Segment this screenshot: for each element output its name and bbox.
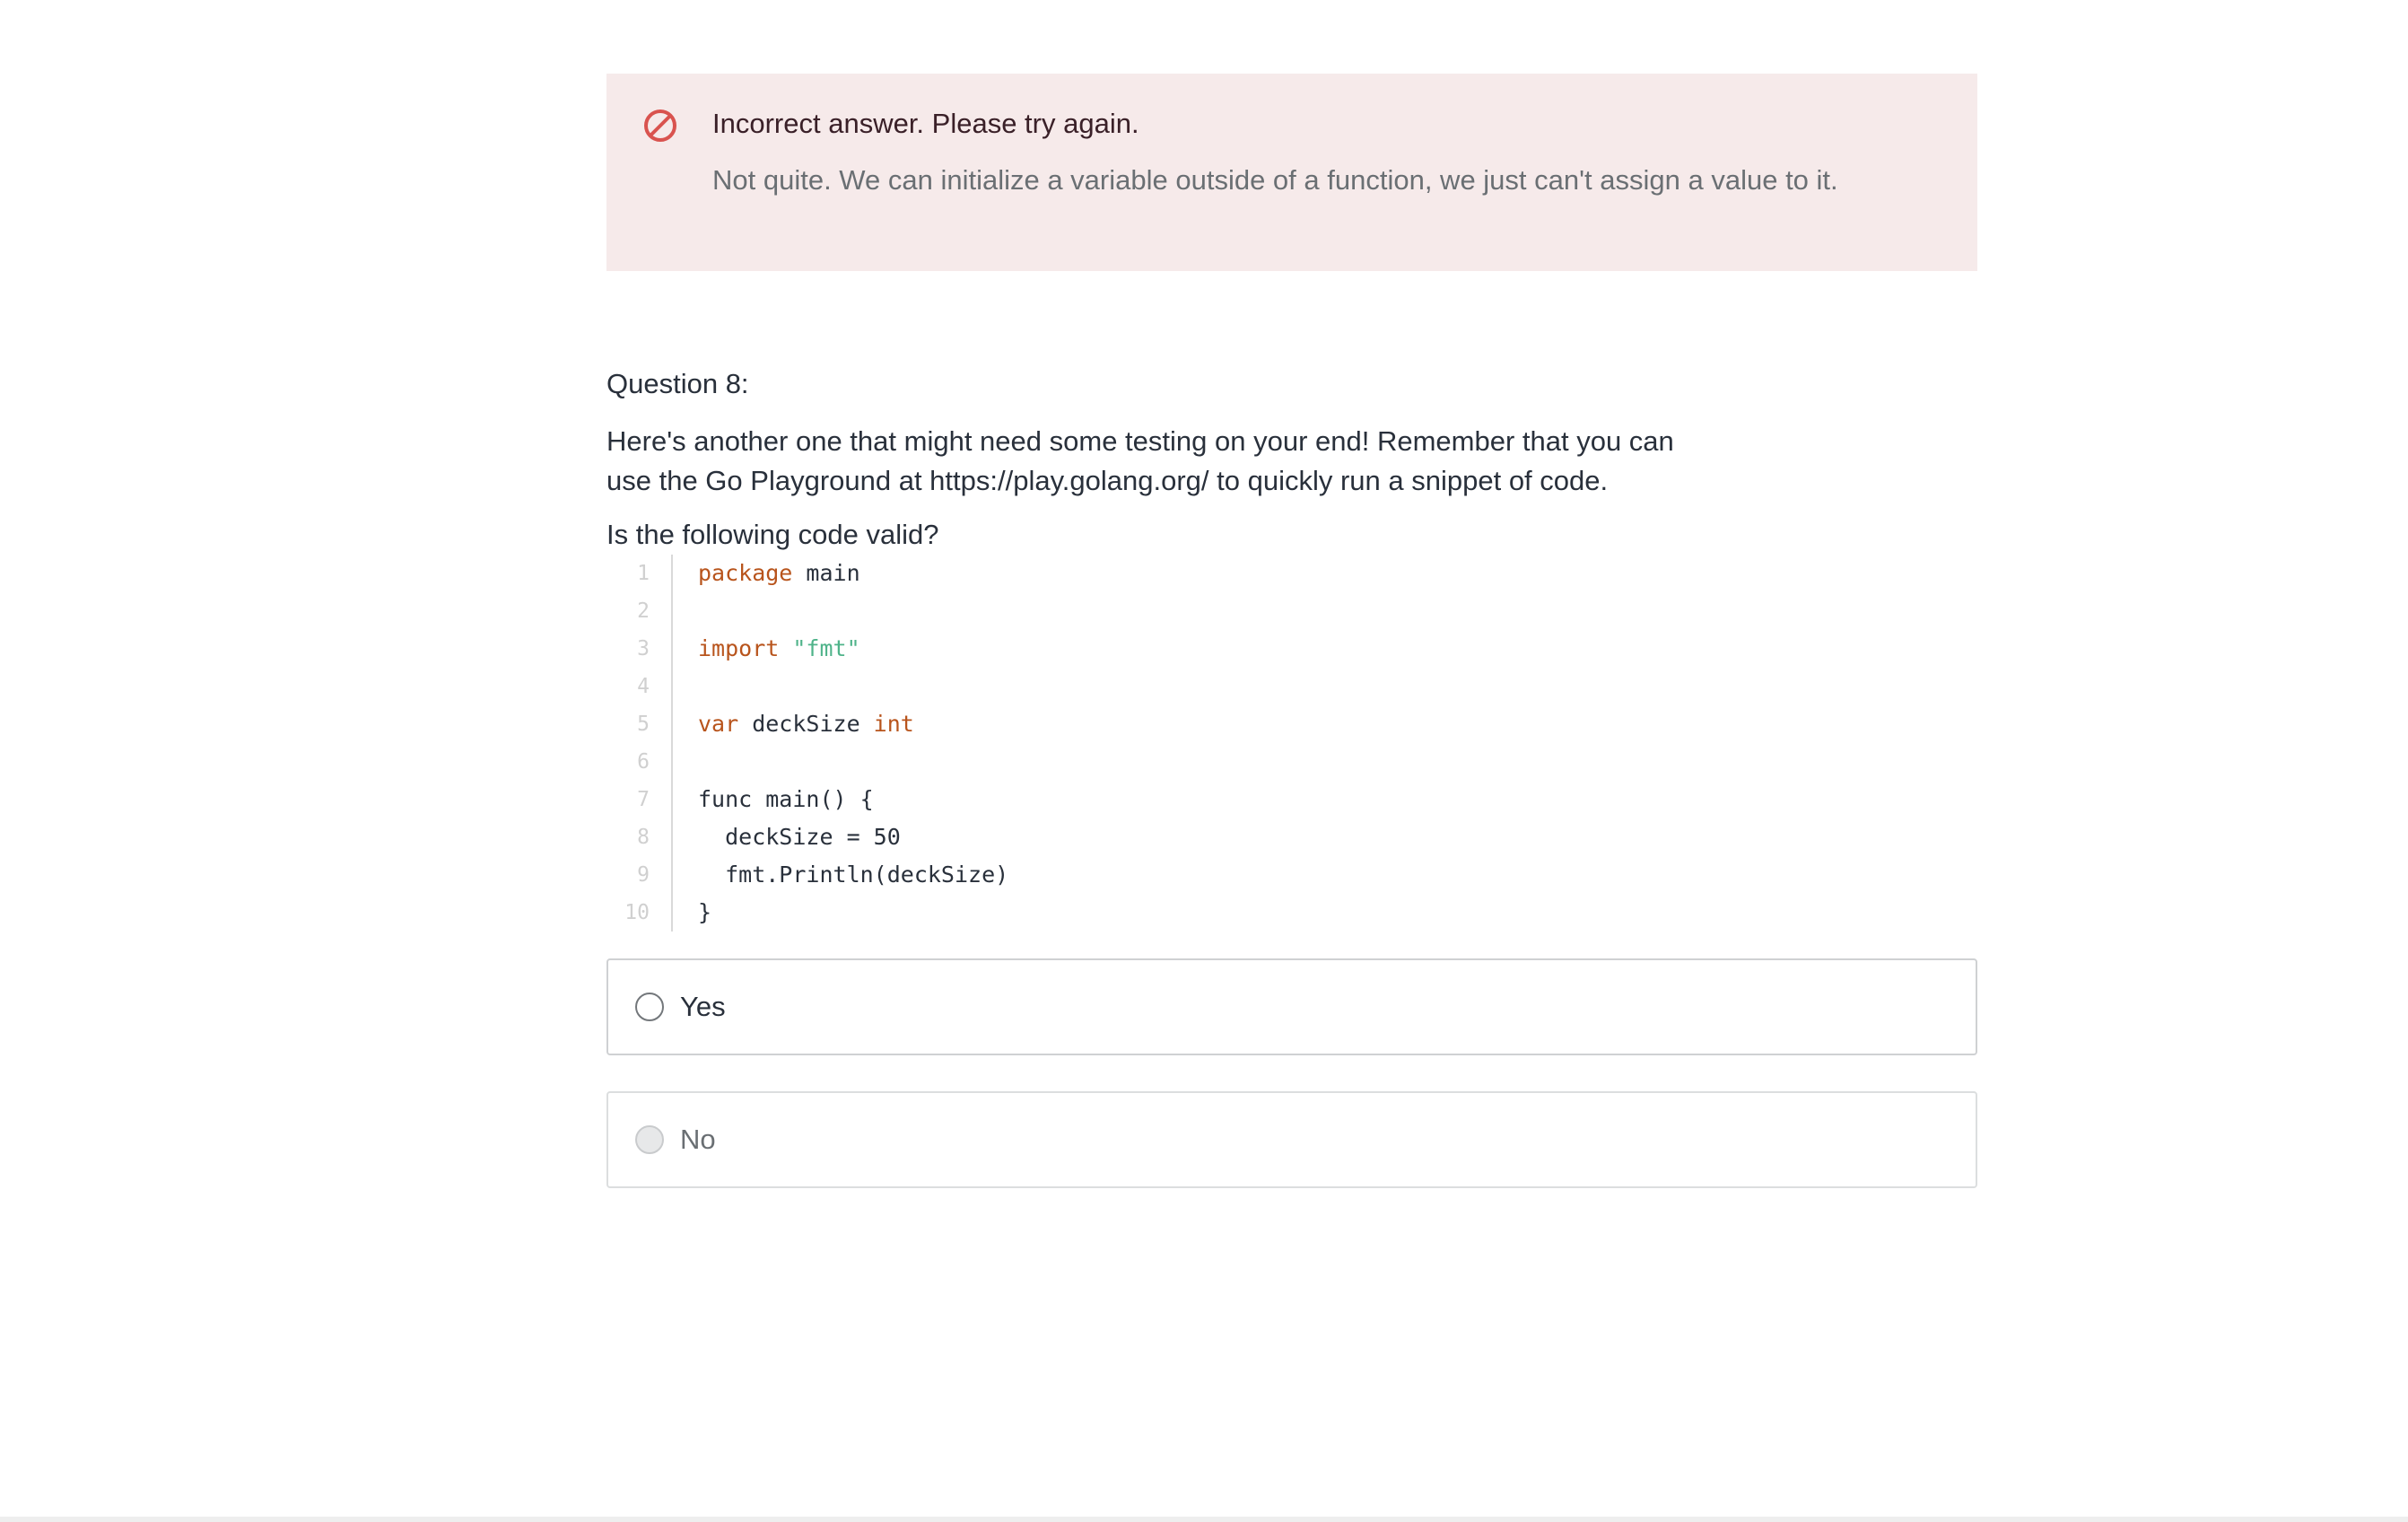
radio-button[interactable] (635, 993, 664, 1021)
code-text: fmt.Println(deckSize) (673, 856, 1008, 894)
code-line: 5 var deckSize int (606, 705, 1977, 743)
alert-title: Incorrect answer. Please try again. (712, 108, 1139, 139)
line-number: 10 (606, 894, 673, 932)
answer-option-yes[interactable]: Yes (606, 958, 1977, 1055)
line-number: 3 (606, 630, 673, 668)
code-text: } (673, 894, 711, 932)
code-token: fmt.Println(deckSize) (698, 862, 1009, 888)
code-text: var deckSize int (673, 705, 914, 743)
answer-options: Yes No (606, 958, 1977, 1188)
code-token: main (792, 560, 860, 586)
code-line: 7 func main() { (606, 781, 1977, 818)
code-keyword: var (698, 711, 739, 737)
code-line: 10} (606, 894, 1977, 932)
line-number: 5 (606, 705, 673, 743)
code-keyword: int (873, 711, 914, 737)
code-text: import "fmt" (673, 630, 860, 668)
code-line: 3 import "fmt" (606, 630, 1977, 668)
footer-divider (0, 1517, 2408, 1522)
line-number: 6 (606, 743, 673, 781)
prohibited-icon (644, 109, 676, 142)
quiz-content: Incorrect answer. Please try again. Not … (606, 74, 1977, 1224)
code-line: 8 deckSize = 50 (606, 818, 1977, 856)
code-string: "fmt" (792, 635, 860, 661)
line-number: 9 (606, 856, 673, 894)
code-token: deckSize = 50 (698, 824, 901, 850)
code-token: deckSize (738, 711, 874, 737)
line-number: 4 (606, 668, 673, 705)
answer-option-no[interactable]: No (606, 1091, 1977, 1188)
code-text: func main() { (673, 781, 874, 818)
code-line: 9 fmt.Println(deckSize) (606, 856, 1977, 894)
quiz-page: Incorrect answer. Please try again. Not … (0, 0, 2408, 1522)
line-number: 2 (606, 592, 673, 630)
code-keyword: import (698, 635, 780, 661)
code-line: 6 (606, 743, 1977, 781)
question-block: Question 8: Here's another one that migh… (606, 366, 1977, 1188)
answer-option-label: No (680, 1124, 716, 1155)
code-token: func main() { (698, 786, 874, 812)
code-text: deckSize = 50 (673, 818, 901, 856)
question-body: Here's another one that might need some … (606, 425, 1674, 496)
line-number: 1 (606, 555, 673, 592)
question-number: Question 8: (606, 368, 749, 399)
incorrect-answer-alert: Incorrect answer. Please try again. Not … (606, 74, 1977, 271)
code-text: package main (673, 555, 860, 592)
alert-body: Incorrect answer. Please try again. Not … (712, 106, 1941, 271)
radio-button[interactable] (635, 1125, 664, 1154)
line-number: 7 (606, 781, 673, 818)
code-keyword: package (698, 560, 793, 586)
answer-option-label: Yes (680, 991, 726, 1022)
line-number: 8 (606, 818, 673, 856)
code-line: 2 (606, 592, 1977, 630)
code-snippet: 1 package main 2 3 import "fmt" 4 5 var deckSiz… (606, 555, 1977, 932)
alert-message: Not quite. We can initialize a variable … (712, 164, 1838, 196)
code-line: 4 (606, 668, 1977, 705)
code-line: 1 package main (606, 555, 1977, 592)
code-token: } (698, 899, 712, 925)
question-prompt: Is the following code valid? (606, 519, 939, 550)
